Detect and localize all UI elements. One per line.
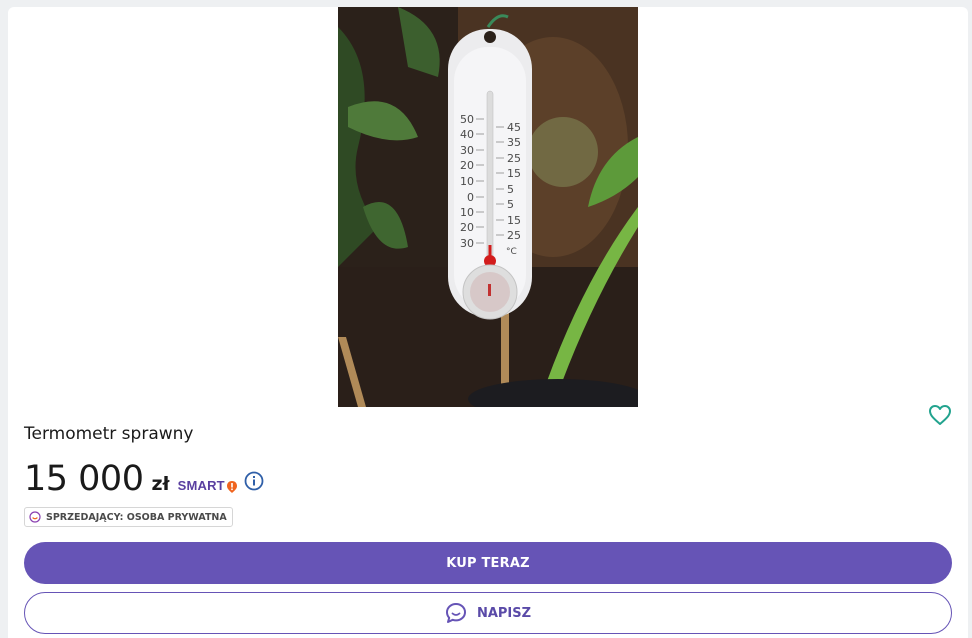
seller-type-label: SPRZEDAJĄCY: OSOBA PRYWATNA	[46, 511, 227, 523]
smart-pin-icon	[226, 480, 237, 493]
scale-right-label: 15	[507, 214, 521, 227]
smart-label: SMART	[177, 478, 225, 493]
price-info-button[interactable]	[244, 471, 264, 491]
scale-left-label: 20	[460, 159, 474, 172]
thermometer-photo: 50 40 30 20 10 0 10 20 30 45 35 25 15 5 …	[338, 7, 638, 407]
scale-right-label: 35	[507, 136, 521, 149]
scale-right-label: 5	[507, 198, 514, 211]
scale-left-label: 0	[467, 191, 474, 204]
scale-right-label: 45	[507, 121, 521, 134]
buy-now-button[interactable]: KUP TERAZ	[24, 542, 952, 584]
smiley-icon	[29, 511, 41, 523]
listing-photo[interactable]: 50 40 30 20 10 0 10 20 30 45 35 25 15 5 …	[338, 7, 638, 407]
buy-now-label: KUP TERAZ	[446, 555, 530, 571]
scale-left-label: 40	[460, 128, 474, 141]
scale-left-label: 30	[460, 237, 474, 250]
price-value: 15 000	[24, 459, 144, 499]
scale-left-label: 50	[460, 113, 474, 126]
chat-bubble-icon	[445, 603, 466, 623]
seller-type-badge: SPRZEDAJĄCY: OSOBA PRYWATNA	[24, 507, 233, 527]
scale-left-label: 20	[460, 221, 474, 234]
scale-right-label: 25	[507, 152, 521, 165]
scale-unit-label: °C	[506, 247, 517, 257]
info-icon	[244, 471, 264, 491]
scale-left-label: 10	[460, 175, 474, 188]
message-button[interactable]: NAPISZ	[24, 592, 952, 634]
scale-right-label: 5	[507, 183, 514, 196]
favorite-button[interactable]	[928, 404, 952, 426]
heart-icon	[929, 405, 951, 425]
scale-left-label: 10	[460, 206, 474, 219]
smart-badge: SMART	[178, 478, 238, 493]
listing-card: 50 40 30 20 10 0 10 20 30 45 35 25 15 5 …	[8, 7, 968, 638]
scale-left-label: 30	[460, 144, 474, 157]
price-row: 15 000 zł SMART	[24, 459, 238, 503]
price-currency: zł	[151, 473, 170, 495]
scale-right-label: 15	[507, 167, 521, 180]
scale-right-label: 25	[507, 229, 521, 242]
listing-title: Termometr sprawny	[24, 424, 194, 444]
message-label: NAPISZ	[476, 605, 532, 621]
